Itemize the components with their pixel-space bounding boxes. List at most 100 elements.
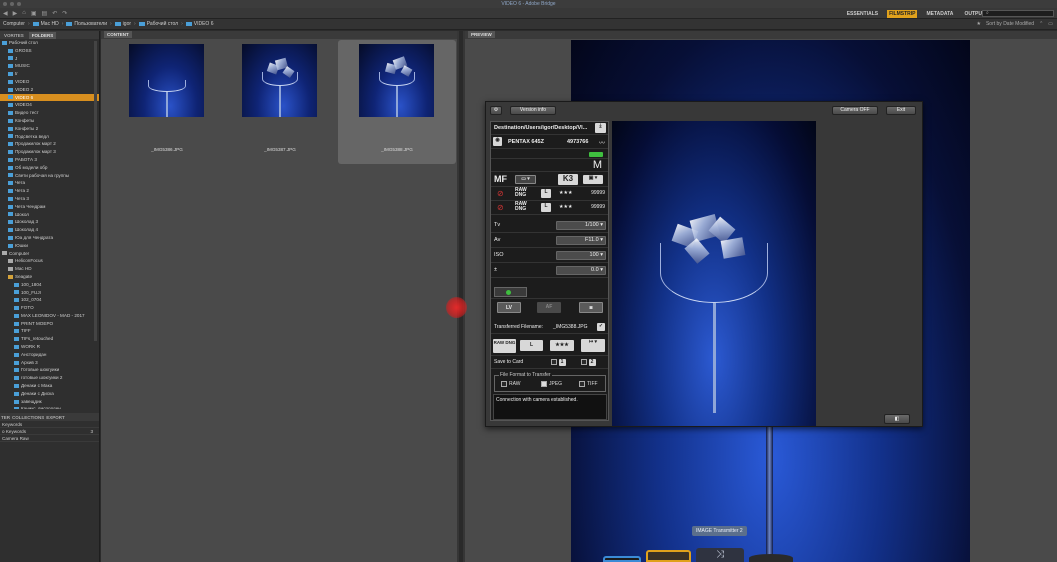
folder-tree-item[interactable]: TIFs_retouched — [0, 335, 99, 343]
folder-tree-item[interactable]: VIDEO4 — [0, 101, 99, 109]
live-view-button[interactable]: LV — [497, 302, 521, 313]
folder-tree-item[interactable]: Шоколад 3 — [0, 218, 99, 226]
folder-tree-item[interactable]: Конфеты — [0, 117, 99, 125]
camera-icon[interactable]: ▣ — [31, 10, 37, 17]
folder-tree-item[interactable]: Юа для Чендрата — [0, 234, 99, 242]
folder-tree-item[interactable]: tr — [0, 70, 99, 78]
folder-tree-item[interactable]: MUSIC — [0, 62, 99, 70]
tab-filter[interactable]: TER — [1, 415, 10, 420]
sort-dropdown[interactable]: Sort by Date Modified — [986, 21, 1034, 27]
slot2-checkbox[interactable] — [581, 359, 587, 365]
folder-tree-item[interactable]: Computer — [0, 250, 99, 258]
collapse-panel-button[interactable]: ◧ — [884, 414, 910, 424]
folder-tree-item[interactable]: Свети рабочая на группы — [0, 172, 99, 180]
new-folder-icon[interactable]: ▭ — [1048, 21, 1053, 27]
format-jpeg[interactable]: JPEG — [541, 381, 562, 387]
white-balance-dropdown[interactable]: ▣ ▾ — [583, 175, 603, 184]
folder-tree-item[interactable]: VIDEO 2 — [0, 86, 99, 94]
folder-tree-item[interactable]: РАБОТА 3 — [0, 156, 99, 164]
window-controls[interactable] — [3, 2, 21, 6]
save-extra-dropdown[interactable]: ↦ ▾ — [581, 339, 605, 352]
folder-tree-item[interactable]: Чета 2 — [0, 187, 99, 195]
folder-tree-item[interactable]: HeliconFocus — [0, 257, 99, 265]
folder-tree-item[interactable]: завещдик — [0, 398, 99, 406]
shutter-button[interactable]: ◙ — [579, 302, 603, 313]
thumbnail[interactable]: _IMG5386.JPG — [108, 40, 226, 164]
rotate-right-icon[interactable]: ↷ — [62, 10, 67, 17]
tab-export[interactable]: EXPORT — [46, 415, 65, 420]
folder-tree-item[interactable]: Подсветка ведл — [0, 133, 99, 141]
save-quality-dropdown[interactable]: ★★★ — [550, 340, 574, 351]
reveal-icon[interactable]: ⌂ — [22, 10, 26, 17]
folder-tree-item[interactable]: 102_0704 — [0, 296, 99, 304]
forward-icon[interactable]: ▶ — [13, 10, 18, 17]
format-tiff-checkbox[interactable] — [579, 381, 585, 387]
folder-tree-item[interactable]: MAX LEONIDOV - MAD - 2017 — [0, 312, 99, 320]
dock-app-terminal[interactable] — [603, 556, 641, 562]
slot1-checkbox[interactable] — [551, 359, 557, 365]
exposure-value-dropdown[interactable]: 100 ▾ — [556, 251, 606, 260]
folder-tree-item[interactable]: Денаки с Диска — [0, 390, 99, 398]
breadcrumb-item[interactable]: igor — [114, 21, 131, 27]
star-filter-icon[interactable]: ★ — [976, 21, 980, 27]
folder-tree-item[interactable]: FOTO — [0, 304, 99, 312]
download-folder-icon[interactable]: ⤓ — [595, 123, 606, 133]
format-raw-checkbox[interactable] — [501, 381, 507, 387]
folder-tree-item[interactable]: Рабочий стол — [0, 39, 99, 47]
save-format-dropdown[interactable]: RAW DNG — [493, 339, 516, 353]
folder-tree-item[interactable]: GROSS — [0, 47, 99, 55]
thumbnail[interactable]: _IMG5387.JPG — [221, 40, 339, 164]
filter-item[interactable]: Keywords — [0, 421, 99, 428]
folder-tree-scrollbar[interactable] — [94, 41, 97, 341]
sort-order-icon[interactable]: ⌃ — [1039, 21, 1043, 27]
folder-tree-item[interactable]: Seagate — [0, 273, 99, 281]
settings-button[interactable]: ⚙ — [490, 106, 502, 115]
tab-favorites[interactable]: VORITES — [1, 32, 27, 39]
folder-tree-item[interactable]: Шоколад 4 — [0, 226, 99, 234]
folder-tree-item[interactable]: Денаки с Мака — [0, 382, 99, 390]
folder-tree-item[interactable]: Юшки — [0, 242, 99, 250]
exposure-value-dropdown[interactable]: F11.0 ▾ — [556, 236, 606, 245]
folder-tree-item[interactable]: готовые шокгуики 2 — [0, 374, 99, 382]
folder-tree-item[interactable]: J — [0, 55, 99, 63]
workspace-metadata[interactable]: METADATA — [924, 10, 955, 18]
save-size-dropdown[interactable]: L — [520, 340, 543, 351]
folder-tree-item[interactable]: Конфеты 2 — [0, 125, 99, 133]
breadcrumb-item[interactable]: Рабочий стол — [138, 21, 178, 27]
dock-app-image-transmitter[interactable]: ⤨ — [696, 548, 744, 562]
exposure-value-dropdown[interactable]: 0.0 ▾ — [556, 266, 606, 275]
format-tiff[interactable]: TIFF — [579, 381, 598, 387]
drive-mode-dropdown[interactable]: ▭ ▾ — [515, 175, 536, 184]
version-info-button[interactable]: Version info — [510, 106, 556, 115]
folder-tree-item[interactable]: Каникс_виспорден — [0, 405, 99, 409]
breadcrumb-item[interactable]: Mac HD — [32, 21, 59, 27]
search-input[interactable]: ⌕ — [982, 10, 1054, 17]
breadcrumb-item[interactable]: Computer — [3, 21, 25, 27]
exit-button[interactable]: Exit — [886, 106, 916, 115]
filter-item[interactable]: o Keywords 3 — [0, 428, 99, 435]
af-button[interactable]: AF — [537, 302, 561, 313]
dock-app-bridge[interactable] — [646, 550, 691, 562]
dock-app-other[interactable] — [749, 554, 793, 562]
folder-tree-item[interactable]: 100_FUJI — [0, 289, 99, 297]
folder-tree-item[interactable]: WORK R — [0, 343, 99, 351]
folder-tree-item[interactable]: Готовые шокгуики — [0, 366, 99, 374]
folder-tree-item[interactable]: Продакилок март 2 — [0, 140, 99, 148]
format-raw[interactable]: RAW — [501, 381, 520, 387]
rotate-left-icon[interactable]: ↶ — [52, 10, 57, 17]
tab-collections[interactable]: COLLECTIONS — [12, 415, 44, 420]
folder-tree-item[interactable]: Mac HD — [0, 265, 99, 273]
workspace-essentials[interactable]: ESSENTIALS — [845, 10, 880, 18]
folder-tree-item[interactable]: VIDEO — [0, 78, 99, 86]
folder-tree-item[interactable]: Видео тест — [0, 109, 99, 117]
filter-item[interactable]: Camera Raw — [0, 435, 99, 442]
breadcrumb-item[interactable]: Пользователи — [66, 21, 107, 27]
refine-icon[interactable]: ▤ — [42, 10, 48, 17]
folder-tree-item[interactable]: Шокол — [0, 211, 99, 219]
thumbnail-selected[interactable]: _IMG5388.JPG — [338, 40, 456, 164]
tab-folders[interactable]: FOLDERS — [28, 31, 57, 39]
folder-tree-item[interactable]: 100_1804 — [0, 281, 99, 289]
camera-off-button[interactable]: Camera OFF — [832, 106, 878, 115]
folder-tree-item[interactable]: PRINT MOEPO — [0, 320, 99, 328]
folder-tree-item[interactable]: Об модели обр — [0, 164, 99, 172]
